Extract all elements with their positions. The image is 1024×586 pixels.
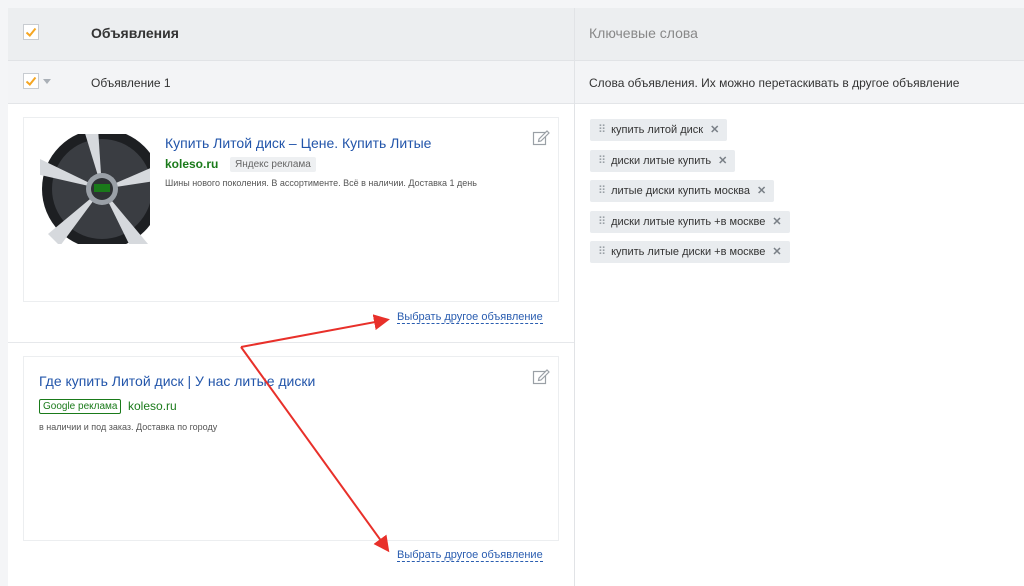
annotation-arrows [240,314,390,553]
arrow-to-link-1 [240,314,390,348]
arrow-to-link-2 [240,346,390,553]
